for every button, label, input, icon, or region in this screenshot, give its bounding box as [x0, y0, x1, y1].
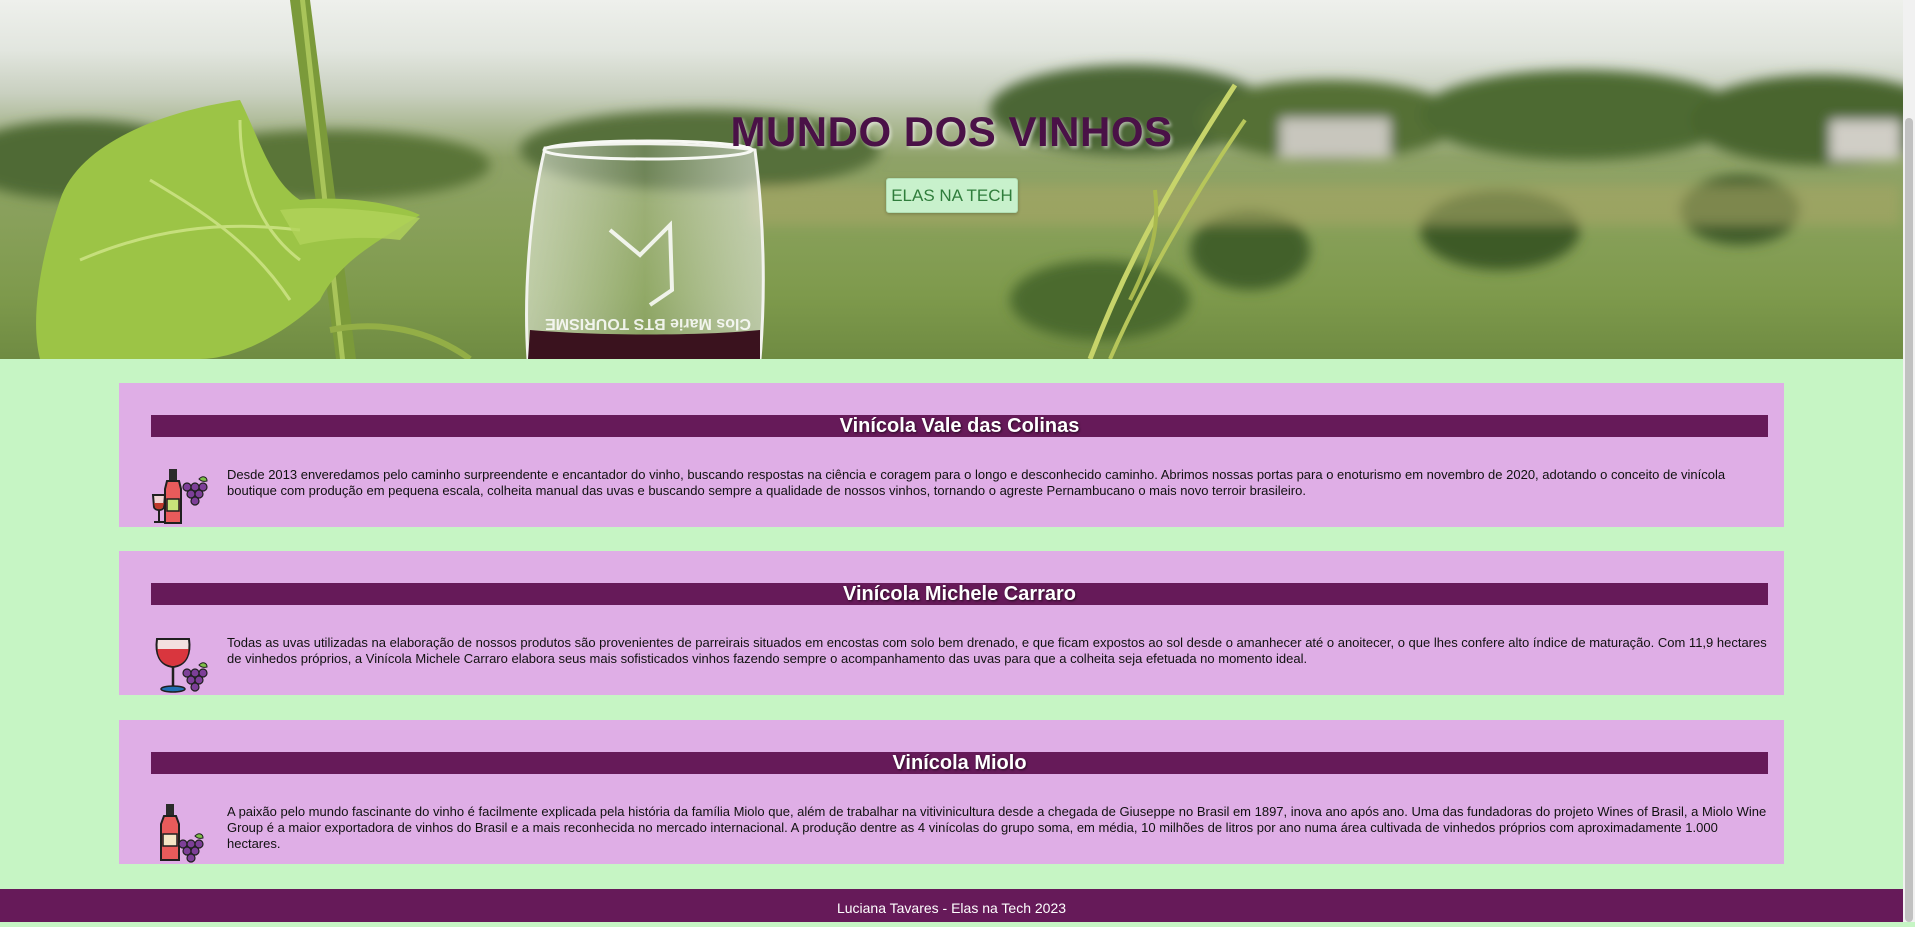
glass-logo-text: Clos Marie BTS TOURISME: [545, 315, 751, 332]
wine-bottle-grapes-icon: [160, 804, 204, 863]
wine-bottle-glass-grapes-icon: [151, 469, 208, 524]
winery-card-miolo: Vinícola Miolo A paixão pelo mundo fasci…: [119, 720, 1784, 864]
footer-credit: Luciana Tavares - Elas na Tech 2023: [836, 900, 1067, 916]
winery-card-michele-carraro: Vinícola Michele Carraro Todas as uvas u…: [119, 551, 1784, 695]
card-title: Vinícola Vale das Colinas: [151, 415, 1768, 437]
wine-glass-grapes-icon: [155, 638, 208, 693]
winery-card-vale-das-colinas: Vinícola Vale das Colinas Desde 2013 env…: [119, 383, 1784, 527]
card-description: A paixão pelo mundo fascinante do vinho …: [227, 804, 1767, 851]
card-description: Desde 2013 enveredamos pelo caminho surp…: [227, 467, 1726, 498]
card-title: Vinícola Miolo: [151, 752, 1768, 774]
scrollbar-thumb[interactable]: [1905, 118, 1913, 922]
footer: Luciana Tavares - Elas na Tech 2023: [0, 889, 1903, 922]
card-description: Todas as uvas utilizadas na elaboração d…: [227, 635, 1767, 666]
card-title: Vinícola Michele Carraro: [151, 583, 1768, 605]
vertical-scrollbar[interactable]: [1903, 0, 1915, 922]
page-title: MUNDO DOS VINHOS: [730, 108, 1173, 155]
hero-banner: Clos Marie BTS TOURISME MUNDO DOS VINHOS…: [0, 0, 1903, 359]
elas-na-tech-button[interactable]: ELAS NA TECH: [886, 178, 1018, 213]
